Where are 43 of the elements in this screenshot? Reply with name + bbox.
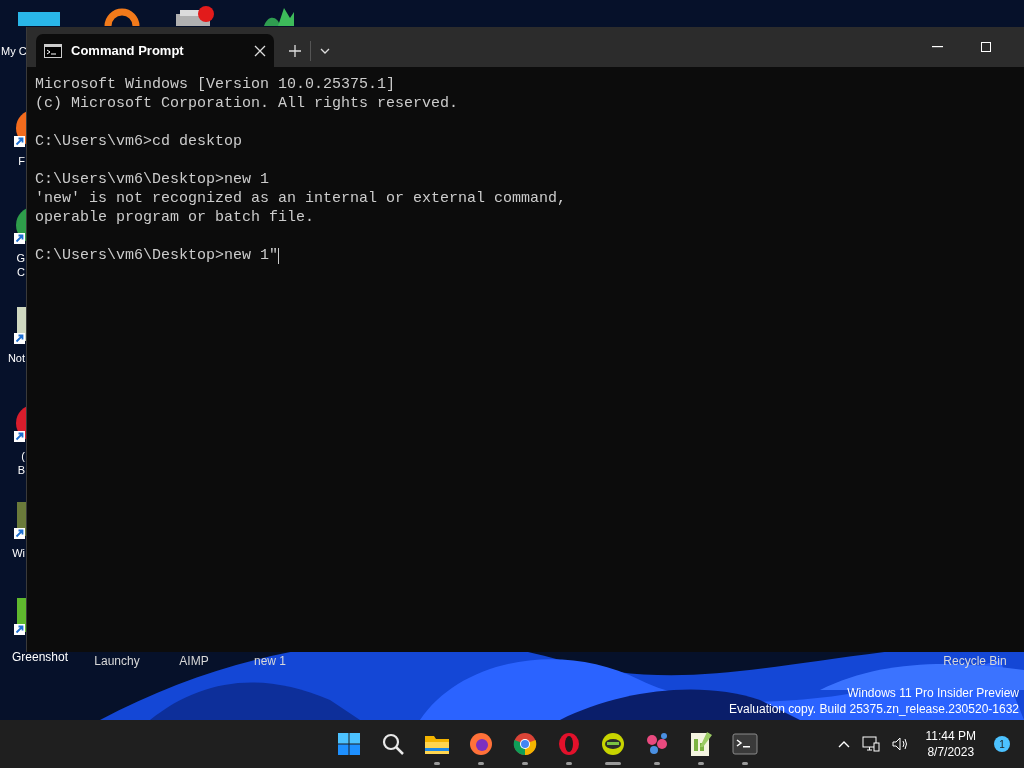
desktop-icon-label[interactable]: My C xyxy=(1,44,27,58)
chevron-up-icon[interactable] xyxy=(837,740,850,748)
console-line: (c) Microsoft Corporation. All rights reserved. xyxy=(35,94,459,113)
close-icon[interactable] xyxy=(254,44,266,57)
console-line: Microsoft Windows [Version 10.0.25375.1] xyxy=(35,75,396,94)
desktop-icon-label[interactable]: Recycle Bin xyxy=(943,654,1007,668)
text-cursor xyxy=(278,247,280,264)
console-line: 'new' is not recognized as an internal or external command, xyxy=(35,189,567,208)
desktop-icon-label[interactable]: Wi xyxy=(12,546,25,560)
browser-icon[interactable] xyxy=(512,732,537,756)
desktop-icon-label[interactable]: G C xyxy=(16,251,25,279)
new-tab-icon[interactable] xyxy=(289,44,301,57)
tab-title: Command Prompt xyxy=(71,41,185,60)
desktop-icon-label[interactable]: Launchy xyxy=(94,654,140,668)
desktop-icon-label[interactable]: Greenshot xyxy=(12,650,69,664)
windows-logo-icon[interactable] xyxy=(336,732,361,756)
minimize-icon[interactable] xyxy=(932,46,943,48)
terminal-icon[interactable] xyxy=(731,733,758,755)
watermark-text: Windows 11 Pro Insider Preview xyxy=(847,685,1019,701)
console-line: C:\Users\vm6\Desktop>new 1" xyxy=(35,246,279,265)
desktop-icon-label[interactable]: new 1 xyxy=(254,654,286,668)
tab[interactable]: Command Prompt xyxy=(36,34,274,67)
desktop-icon-label[interactable]: AIMP xyxy=(179,654,209,668)
volume-icon[interactable] xyxy=(891,737,908,751)
browser-icon[interactable] xyxy=(468,732,493,756)
console-line: operable program or batch file. xyxy=(35,208,315,227)
desktop-icon-label[interactable]: F xyxy=(18,154,25,168)
desktop-icon-label[interactable]: ( B xyxy=(17,449,25,477)
app-icon[interactable] xyxy=(599,732,626,756)
console-icon xyxy=(44,43,62,58)
ring-icon[interactable] xyxy=(104,8,140,26)
desktop-icon-label[interactable]: Not xyxy=(7,351,25,365)
clock-date[interactable]: 8/7/2023 xyxy=(927,744,975,760)
notification-badge[interactable]: 1 xyxy=(994,736,1010,752)
clock-time[interactable]: 11:44 PM xyxy=(925,728,976,744)
dropdown-icon[interactable] xyxy=(320,47,330,54)
notepad-icon[interactable] xyxy=(688,731,713,757)
maximize-icon[interactable] xyxy=(981,42,991,52)
watermark-text: Evaluation copy. Build 25375.zn_release.230520-1632 xyxy=(729,701,1019,717)
console-line: C:\Users\vm6>cd desktop xyxy=(35,132,243,151)
search-icon[interactable] xyxy=(380,732,405,756)
console-line: C:\Users\vm6\Desktop>new 1 xyxy=(35,170,270,189)
network-icon[interactable] xyxy=(861,736,880,752)
